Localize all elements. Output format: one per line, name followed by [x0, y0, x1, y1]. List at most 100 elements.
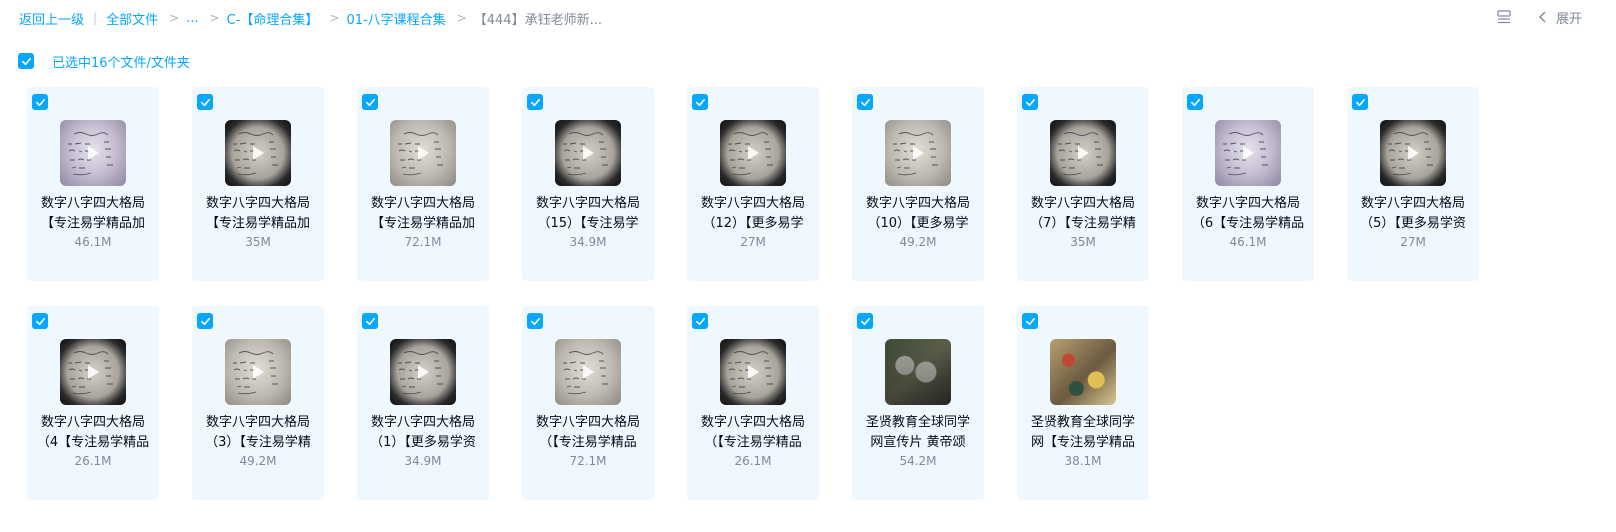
file-name-line-2: （12）【更多易学: [702, 216, 804, 231]
play-icon: [88, 146, 99, 160]
file-card[interactable]: 圣贤教育全球同学 网宣传片 黄帝颂 54.2M: [852, 306, 984, 500]
file-name-line-1: 数字八字四大格局: [40, 196, 145, 211]
file-card[interactable]: 数字八字四大格局 （【专注易学精品 26.1M: [687, 306, 819, 500]
file-name-line-1: 数字八字四大格局: [865, 196, 970, 211]
checkmark-icon: [365, 98, 375, 106]
breadcrumb-arrow: >: [169, 11, 180, 25]
file-name-line-1: 数字八字四大格局: [700, 415, 805, 430]
file-card[interactable]: 数字八字四大格局 （15）【专注易学 34.9M: [522, 87, 654, 281]
breadcrumb-divider: |: [93, 11, 98, 25]
breadcrumb-ellipsis[interactable]: ...: [186, 11, 198, 26]
file-card[interactable]: 数字八字四大格局 （10）【更多易学 49.2M: [852, 87, 984, 281]
file-card[interactable]: 数字八字四大格局 （3）【专注易学精 49.2M: [192, 306, 324, 500]
file-card[interactable]: 数字八字四大格局 （1）【更多易学资 34.9M: [357, 306, 489, 500]
checkmark-icon: [695, 98, 705, 106]
file-size: 38.1M: [1064, 454, 1102, 468]
file-size: 34.9M: [569, 235, 607, 249]
file-name: 数字八字四大格局 【专注易学精品加: [365, 194, 481, 234]
file-name-line-2: （【专注易学精品: [539, 435, 637, 450]
file-checkbox[interactable]: [32, 313, 48, 329]
file-checkbox[interactable]: [362, 94, 378, 110]
play-icon: [1078, 146, 1089, 160]
select-all-row: 已选中16个文件/文件夹: [18, 52, 190, 71]
video-thumbnail: [390, 120, 456, 186]
file-card[interactable]: 数字八字四大格局 （4【专注易学精品 26.1M: [27, 306, 159, 500]
file-name: 数字八字四大格局 （12）【更多易学: [695, 194, 811, 234]
selection-count: 已选中16个文件/文件夹: [52, 55, 190, 71]
checkmark-icon: [1025, 317, 1035, 325]
video-thumbnail: [225, 120, 291, 186]
file-checkbox[interactable]: [1187, 94, 1203, 110]
checkmark-icon: [200, 317, 210, 325]
file-card[interactable]: 数字八字四大格局 （6【专注易学精品 46.1M: [1182, 87, 1314, 281]
file-checkbox[interactable]: [527, 94, 543, 110]
file-size: 46.1M: [74, 235, 112, 249]
play-icon: [913, 146, 924, 160]
file-card[interactable]: 数字八字四大格局 【专注易学精品加 72.1M: [357, 87, 489, 281]
play-icon: [1243, 146, 1254, 160]
file-name: 数字八字四大格局 （10）【更多易学: [860, 194, 976, 234]
file-checkbox[interactable]: [692, 94, 708, 110]
expand-button[interactable]: 展开: [1538, 8, 1582, 27]
file-name: 数字八字四大格局 （7）【专注易学精: [1025, 194, 1141, 234]
file-name-line-2: （1）【更多易学资: [370, 435, 476, 450]
checkmark-icon: [200, 98, 210, 106]
video-thumbnail: [60, 120, 126, 186]
file-name: 数字八字四大格局 （5）【更多易学资: [1355, 194, 1471, 234]
image-thumbnail: [885, 339, 951, 405]
file-name-line-1: 圣贤教育全球同学: [865, 415, 970, 430]
file-checkbox[interactable]: [1352, 94, 1368, 110]
file-checkbox[interactable]: [1022, 313, 1038, 329]
checkmark-icon: [1355, 98, 1365, 106]
file-card[interactable]: 数字八字四大格局 【专注易学精品加 46.1M: [27, 87, 159, 281]
file-size: 72.1M: [569, 454, 607, 468]
file-grid: 数字八字四大格局 【专注易学精品加 46.1M 数字八字四大格局 【专注易学精品…: [27, 87, 1497, 500]
file-checkbox[interactable]: [692, 313, 708, 329]
video-thumbnail: [555, 339, 621, 405]
file-browser: 返回上一级 | 全部文件 > ... > C-【命理合集】 > 01-八字课程合…: [0, 0, 1616, 532]
file-name: 数字八字四大格局 （1）【更多易学资: [365, 413, 481, 453]
file-name-line-2: （5）【更多易学资: [1360, 216, 1466, 231]
breadcrumb-arrow: >: [329, 11, 340, 25]
file-name-line-2: 【专注易学精品加: [40, 216, 145, 231]
breadcrumb-arrow: >: [456, 11, 467, 25]
file-name: 数字八字四大格局 （【专注易学精品: [530, 413, 646, 453]
chevron-left-icon: [1538, 11, 1546, 23]
video-thumbnail: [1380, 120, 1446, 186]
file-checkbox[interactable]: [197, 94, 213, 110]
file-card[interactable]: 数字八字四大格局 （7）【专注易学精 35M: [1017, 87, 1149, 281]
file-name-line-2: （7）【专注易学精: [1030, 216, 1136, 231]
breadcrumb-folder-bazi[interactable]: 01-八字课程合集: [346, 9, 445, 28]
file-card[interactable]: 数字八字四大格局 （12）【更多易学 27M: [687, 87, 819, 281]
file-checkbox[interactable]: [1022, 94, 1038, 110]
file-name-line-2: （6【专注易学精品: [1191, 216, 1305, 231]
checkmark-icon: [860, 98, 870, 106]
file-card[interactable]: 数字八字四大格局 （5）【更多易学资 27M: [1347, 87, 1479, 281]
file-checkbox[interactable]: [527, 313, 543, 329]
file-size: 46.1M: [1229, 235, 1267, 249]
breadcrumb-current-folder: 【444】承钰老师新...: [473, 12, 602, 28]
file-checkbox[interactable]: [362, 313, 378, 329]
file-name-line-2: 网【专注易学精品: [1030, 435, 1135, 450]
file-size: 49.2M: [239, 454, 277, 468]
play-icon: [1408, 146, 1419, 160]
file-name-line-2: （【专注易学精品: [704, 435, 802, 450]
file-checkbox[interactable]: [197, 313, 213, 329]
file-name-line-2: 【专注易学精品加: [370, 216, 475, 231]
file-name-line-1: 数字八字四大格局: [370, 196, 475, 211]
file-name: 数字八字四大格局 【专注易学精品加: [35, 194, 151, 234]
file-card[interactable]: 数字八字四大格局 （【专注易学精品 72.1M: [522, 306, 654, 500]
image-thumbnail: [1050, 339, 1116, 405]
file-name-line-1: 数字八字四大格局: [205, 415, 310, 430]
file-name: 圣贤教育全球同学 网【专注易学精品: [1025, 413, 1141, 453]
file-checkbox[interactable]: [32, 94, 48, 110]
back-link[interactable]: 返回上一级: [19, 9, 84, 28]
file-checkbox[interactable]: [857, 313, 873, 329]
breadcrumb-all-files[interactable]: 全部文件: [106, 9, 158, 28]
list-view-icon[interactable]: [1496, 9, 1512, 25]
file-card[interactable]: 数字八字四大格局 【专注易学精品加 35M: [192, 87, 324, 281]
file-checkbox[interactable]: [857, 94, 873, 110]
file-card[interactable]: 圣贤教育全球同学 网【专注易学精品 38.1M: [1017, 306, 1149, 500]
select-all-checkbox[interactable]: [18, 53, 34, 69]
breadcrumb-folder-mingli[interactable]: C-【命理合集】: [227, 9, 319, 28]
